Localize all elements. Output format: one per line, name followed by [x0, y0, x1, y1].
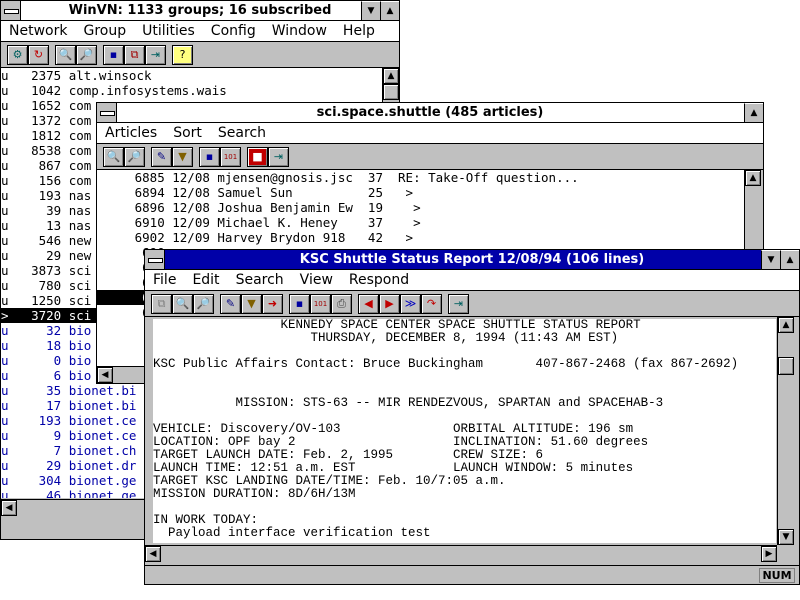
mark-read-icon[interactable]: ▼: [241, 293, 262, 314]
winvn-menubar: Network Group Utilities Config Window He…: [1, 21, 399, 42]
exit-icon[interactable]: ⇥: [268, 146, 289, 167]
scroll-thumb[interactable]: [778, 357, 794, 375]
minimize-button[interactable]: ▼: [361, 1, 380, 20]
minimize-button[interactable]: ▼: [761, 250, 780, 269]
article-line: MISSION DURATION: 8D/6H/13M: [153, 487, 356, 501]
newsgroup-title: sci.space.shuttle (485 articles): [316, 105, 544, 120]
menu-search[interactable]: Search: [210, 125, 274, 141]
article-titlebar[interactable]: KSC Shuttle Status Report 12/08/94 (106 …: [145, 250, 799, 270]
search-next-icon[interactable]: 🔎: [124, 146, 145, 167]
forward-arrow-icon[interactable]: ➜: [262, 293, 283, 314]
system-menu-icon[interactable]: [145, 250, 165, 269]
num-lock-indicator: NUM: [759, 568, 795, 583]
copy-icon[interactable]: ⧉: [151, 293, 172, 314]
menu-search[interactable]: Search: [228, 272, 292, 288]
article-window: KSC Shuttle Status Report 12/08/94 (106 …: [144, 249, 800, 585]
article-line: MISSION: STS-63 -- MIR RENDEZVOUS, SPART…: [153, 396, 664, 410]
article-toolbar: ⧉ 🔍 🔎 ✎ ▼ ➜ ▪ 101 ⎙ ◀ ▶ ≫ ↷ ⇥: [145, 291, 799, 317]
system-menu-icon[interactable]: [97, 103, 117, 122]
article-vscroll[interactable]: ▲ ▼: [777, 317, 794, 545]
winvn-title: WinVN: 1133 groups; 16 subscribed: [68, 3, 332, 18]
search-icon[interactable]: 🔍: [55, 44, 76, 65]
menu-file[interactable]: File: [145, 272, 184, 288]
article-row[interactable]: 6910 12/09 Michael K. Heney 37 >: [97, 215, 744, 230]
maximize-button[interactable]: ▲: [744, 103, 763, 122]
menu-config[interactable]: Config: [203, 23, 264, 39]
scroll-up-arrow[interactable]: ▲: [745, 170, 761, 186]
refresh-icon[interactable]: ↻: [28, 44, 49, 65]
scroll-up-arrow[interactable]: ▲: [383, 68, 399, 84]
previous-article-icon[interactable]: ◀: [358, 293, 379, 314]
print-icon[interactable]: ⎙: [331, 293, 352, 314]
system-menu-icon[interactable]: [1, 1, 21, 20]
maximize-button[interactable]: ▲: [780, 250, 799, 269]
search-next-icon[interactable]: 🔎: [76, 44, 97, 65]
article-row[interactable]: 6894 12/08 Samuel Sun 25 >: [97, 185, 744, 200]
menu-sort[interactable]: Sort: [165, 125, 210, 141]
scroll-up-arrow[interactable]: ▲: [778, 317, 794, 333]
group-row[interactable]: u 2375 alt.winsock: [1, 68, 383, 83]
decode-icon[interactable]: 101: [310, 293, 331, 314]
copy-icon[interactable]: ⧉: [124, 44, 145, 65]
repeat-icon[interactable]: ↷: [421, 293, 442, 314]
search-next-icon[interactable]: 🔎: [193, 293, 214, 314]
article-line: THURSDAY, DECEMBER 8, 1994 (11:43 AM EST…: [153, 331, 619, 345]
post-icon[interactable]: ✎: [151, 146, 172, 167]
help-icon[interactable]: ?: [172, 44, 193, 65]
newsgroup-toolbar: 🔍 🔎 ✎ ▼ ▪ 101 ■ ⇥: [97, 144, 763, 170]
group-row[interactable]: u 1042 comp.infosystems.wais: [1, 83, 383, 98]
newsgroup-titlebar[interactable]: sci.space.shuttle (485 articles) ▲: [97, 103, 763, 123]
save-icon[interactable]: ▪: [289, 293, 310, 314]
scroll-down-arrow[interactable]: ▼: [778, 529, 794, 545]
mark-read-icon[interactable]: ▼: [172, 146, 193, 167]
article-row[interactable]: 6885 12/08 mjensen@gnosis.jsc 37 RE: Tak…: [97, 170, 744, 185]
maximize-button[interactable]: ▲: [380, 1, 399, 20]
decode-icon[interactable]: 101: [220, 146, 241, 167]
exit-icon[interactable]: ⇥: [145, 44, 166, 65]
winvn-titlebar[interactable]: WinVN: 1133 groups; 16 subscribed ▼ ▲: [1, 1, 399, 21]
scroll-left-arrow[interactable]: ◀: [97, 367, 113, 383]
search-icon[interactable]: 🔍: [172, 293, 193, 314]
newsgroup-menubar: Articles Sort Search: [97, 123, 763, 144]
winvn-toolbar: ⚙ ↻ 🔍 🔎 ▪ ⧉ ⇥ ?: [1, 42, 399, 68]
menu-window[interactable]: Window: [264, 23, 335, 39]
save-icon[interactable]: ▪: [103, 44, 124, 65]
article-row[interactable]: 6896 12/08 Joshua Benjamin Ew 19 >: [97, 200, 744, 215]
post-icon[interactable]: ✎: [220, 293, 241, 314]
article-line: KSC Public Affairs Contact: Bruce Buckin…: [153, 357, 739, 371]
scroll-left-arrow[interactable]: ◀: [145, 546, 161, 562]
menu-help[interactable]: Help: [335, 23, 383, 39]
menu-articles[interactable]: Articles: [97, 125, 165, 141]
exit-icon[interactable]: ⇥: [448, 293, 469, 314]
next-unread-icon[interactable]: ≫: [400, 293, 421, 314]
article-line: Payload interface verification test: [153, 526, 431, 540]
menu-view[interactable]: View: [292, 272, 341, 288]
article-title: KSC Shuttle Status Report 12/08/94 (106 …: [299, 252, 645, 267]
connect-icon[interactable]: ⚙: [7, 44, 28, 65]
save-icon[interactable]: ▪: [199, 146, 220, 167]
scroll-left-arrow[interactable]: ◀: [1, 500, 17, 516]
menu-group[interactable]: Group: [75, 23, 134, 39]
menu-respond[interactable]: Respond: [341, 272, 417, 288]
status-bar: NUM: [145, 565, 799, 584]
article-hscroll[interactable]: ◀ ▶: [145, 545, 777, 562]
article-line: [153, 371, 776, 384]
next-article-icon[interactable]: ▶: [379, 293, 400, 314]
scroll-thumb[interactable]: [383, 84, 399, 100]
menu-network[interactable]: Network: [1, 23, 75, 39]
article-menubar: File Edit Search View Respond: [145, 270, 799, 291]
scroll-right-arrow[interactable]: ▶: [761, 546, 777, 562]
search-icon[interactable]: 🔍: [103, 146, 124, 167]
article-body[interactable]: KENNEDY SPACE CENTER SPACE SHUTTLE STATU…: [153, 319, 776, 543]
menu-edit[interactable]: Edit: [184, 272, 227, 288]
stop-icon[interactable]: ■: [247, 146, 268, 167]
menu-utilities[interactable]: Utilities: [134, 23, 203, 39]
article-row[interactable]: 6902 12/09 Harvey Brydon 918 42 >: [97, 230, 744, 245]
